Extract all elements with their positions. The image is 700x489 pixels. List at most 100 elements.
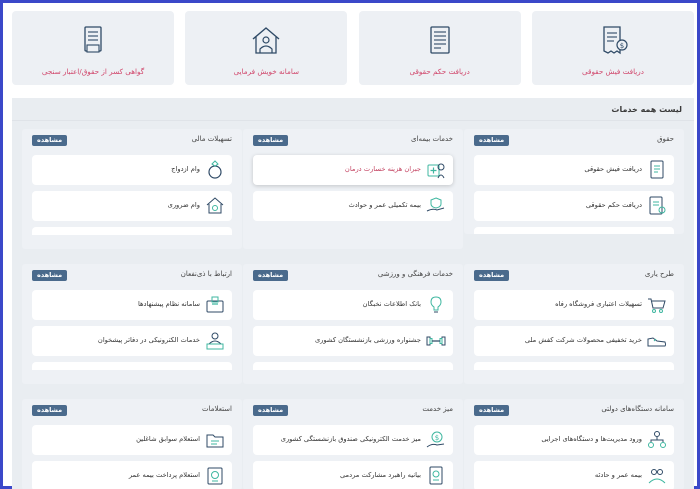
service-item[interactable]: ورود مدیریت‌ها و دستگاه‌های اجرایی: [474, 425, 674, 455]
category-title: طرح یاری: [644, 270, 674, 278]
quick-card-decree[interactable]: دریافت حکم حقوقی: [358, 11, 521, 85]
service-label: خرید تخفیفی محصولات شرکت کفش ملی: [524, 336, 642, 344]
suggestion-box-icon: [206, 296, 224, 313]
service-label: وام ازدواج: [171, 165, 200, 173]
service-label: میز خدمت الکترونیکی صندوق بازنشستگی کشور…: [280, 435, 421, 443]
service-label: استعلام سوابق شاغلین: [136, 435, 200, 443]
category-insurance: خدمات بیمه‌ای مشاهده جبران هزینه خسارت د…: [243, 129, 463, 249]
shoe-icon: [647, 337, 666, 347]
quick-card-certificate[interactable]: گواهی کسر از حقوق/اعتبار سنجی: [12, 11, 175, 85]
view-button[interactable]: مشاهده: [474, 135, 510, 146]
quick-card-label: دریافت فیش حقوقی: [582, 67, 644, 76]
service-label: جبران هزینه خسارت درمان: [344, 165, 421, 173]
svg-text:$: $: [435, 434, 439, 442]
service-item[interactable]: خدمات الکترونیکی در دفاتر پیشخوان: [32, 326, 232, 356]
category-yari-plan: طرح یاری مشاهده تسهیلات اعتباری فروشگاه …: [464, 264, 684, 384]
view-button[interactable]: مشاهده: [32, 270, 68, 281]
service-label: بیمه عمر و حادثه: [594, 471, 642, 479]
service-label: سامانه نظام پیشنهادها: [137, 300, 200, 308]
service-item[interactable]: استعلام پرداخت بیمه عمر: [32, 461, 232, 489]
receipt-icon: $: [603, 26, 628, 55]
records-folder-icon: [206, 434, 224, 448]
quick-card-label: گواهی کسر از حقوق/اعتبار سنجی: [41, 67, 145, 76]
quick-access-cards: $ دریافت فیش حقوقی دریافت حکم حقوقی ساما…: [12, 11, 694, 85]
service-item[interactable]: استعلام سوابق شاغلین: [32, 425, 232, 455]
decree-icon: [649, 196, 666, 215]
category-gov-agencies: سامانه دستگاه‌های دولتی مشاهده ورود مدیر…: [464, 399, 684, 489]
service-item[interactable]: سامانه نظام پیشنهادها: [32, 290, 232, 320]
service-item[interactable]: $ میز خدمت الکترونیکی صندوق بازنشستگی کش…: [253, 425, 453, 455]
category-title: خدمات فرهنگی و ورزشی: [377, 270, 453, 278]
family-insurance-icon: [648, 469, 666, 484]
category-service-desk: میز خدمت مشاهده $ میز خدمت الکترونیکی صن…: [243, 399, 463, 489]
category-culture-sport: خدمات فرهنگی و ورزشی مشاهده بانک اطلاعات…: [243, 264, 463, 384]
service-item[interactable]: خرید تخفیفی محصولات شرکت کفش ملی: [474, 326, 674, 356]
shop-cart-icon: [648, 298, 666, 313]
counter-service-icon: [206, 332, 224, 350]
service-item[interactable]: بیمه عمر و حادثه: [474, 461, 674, 489]
svg-text:$: $: [620, 42, 624, 50]
service-item-partial[interactable]: [474, 362, 674, 370]
quick-card-self-employed[interactable]: سامانه خویش فرمایی: [185, 11, 348, 85]
statement-icon: [429, 466, 443, 485]
divider: [12, 120, 694, 121]
service-item-partial[interactable]: [253, 362, 453, 370]
insurance-hand-icon: [426, 197, 445, 212]
service-item-partial[interactable]: [32, 227, 232, 235]
service-item[interactable]: دریافت فیش حقوقی: [474, 155, 674, 185]
category-financial: تسهیلات مالی مشاهده وام ازدواج وام ضروری: [22, 129, 242, 249]
category-stakeholders: ارتباط با ذی‌نفعان مشاهده سامانه نظام پی…: [22, 264, 242, 384]
category-title: خدمات بیمه‌ای: [411, 135, 453, 143]
service-item[interactable]: جشنواره ورزشی بازنشستگان کشوری: [253, 326, 453, 356]
service-item[interactable]: تسهیلات اعتباری فروشگاه رفاه: [474, 290, 674, 320]
service-item[interactable]: وام ازدواج: [32, 155, 232, 185]
quick-card-label: دریافت حکم حقوقی: [409, 67, 470, 76]
service-item[interactable]: بانک اطلاعات نخبگان: [253, 290, 453, 320]
service-item[interactable]: جبران هزینه خسارت درمان: [253, 155, 453, 185]
quick-card-payslip[interactable]: $ دریافت فیش حقوقی: [532, 11, 694, 85]
service-item[interactable]: بیانیه راهبرد مشارکت مردمی: [253, 461, 453, 489]
service-label: تسهیلات اعتباری فروشگاه رفاه: [555, 300, 642, 308]
payment-inquiry-icon: [207, 467, 223, 485]
document-icon: [430, 26, 450, 54]
view-button[interactable]: مشاهده: [32, 405, 68, 416]
panel-title: لیست همه خدمات: [611, 105, 682, 114]
service-item[interactable]: دریافت حکم حقوقی: [474, 191, 674, 221]
service-item-partial[interactable]: [474, 227, 674, 234]
category-title: ارتباط با ذی‌نفعان: [180, 270, 232, 278]
category-title: تسهیلات مالی: [191, 135, 232, 143]
lightbulb-icon: [430, 296, 442, 313]
category-salary: حقوق مشاهده دریافت فیش حقوقی دریافت حکم …: [464, 129, 684, 234]
category-title: استعلامات: [202, 405, 232, 413]
view-button[interactable]: مشاهده: [253, 405, 289, 416]
service-label: بانک اطلاعات نخبگان: [362, 300, 421, 308]
category-title: سامانه دستگاه‌های دولتی: [601, 405, 674, 413]
service-item[interactable]: بیمه تکمیلی عمر و حوادث: [253, 191, 453, 221]
payslip-icon: [650, 160, 664, 179]
category-title: میز خدمت: [422, 405, 453, 413]
service-item-partial[interactable]: [32, 362, 232, 370]
view-button[interactable]: مشاهده: [32, 135, 68, 146]
loan-house-icon: [206, 197, 224, 214]
service-desk-icon: $: [426, 431, 445, 448]
view-button[interactable]: مشاهده: [474, 270, 510, 281]
service-label: ورود مدیریت‌ها و دستگاه‌های اجرایی: [541, 435, 642, 443]
view-button[interactable]: مشاهده: [253, 270, 289, 281]
view-button[interactable]: مشاهده: [474, 405, 510, 416]
category-title: حقوق: [657, 135, 674, 143]
service-label: استعلام پرداخت بیمه عمر: [128, 471, 200, 479]
certificate-icon: [84, 26, 102, 53]
all-services-panel: لیست همه خدمات حقوق مشاهده دریافت فیش حق…: [12, 98, 694, 489]
house-worker-icon: [252, 27, 280, 54]
medical-expense-icon: [427, 163, 445, 179]
service-label: بیانیه راهبرد مشارکت مردمی: [339, 471, 421, 479]
dumbbell-icon: [426, 336, 446, 346]
view-button[interactable]: مشاهده: [253, 135, 289, 146]
org-network-icon: [648, 431, 666, 448]
service-label: جشنواره ورزشی بازنشستگان کشوری: [314, 336, 421, 344]
service-label: خدمات الکترونیکی در دفاتر پیشخوان: [97, 336, 200, 344]
quick-card-label: سامانه خویش فرمایی: [233, 67, 300, 76]
ring-icon: [208, 160, 222, 179]
service-item[interactable]: وام ضروری: [32, 191, 232, 221]
service-label: بیمه تکمیلی عمر و حوادث: [348, 201, 421, 209]
